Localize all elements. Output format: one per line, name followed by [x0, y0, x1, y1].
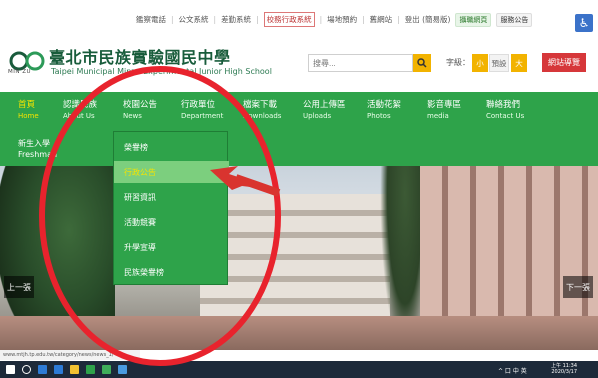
nav-item-news[interactable]: 校園公告 News	[123, 100, 157, 122]
nav-item-photos[interactable]: 活動花絮 Photos	[367, 100, 401, 122]
separator: |	[397, 15, 400, 24]
nav-item-about[interactable]: 認識民族 About Us	[63, 100, 97, 122]
link-document-system[interactable]: 公文系統	[179, 14, 209, 25]
nav-label-en: Contact Us	[486, 112, 525, 120]
nav-label: 新生入學	[18, 139, 50, 148]
nav-sub-row: 新生入學 Freshman	[0, 132, 598, 166]
search-icon	[417, 58, 427, 68]
font-default-button[interactable]: 預設	[489, 54, 509, 72]
nav-label-en: News	[123, 112, 142, 120]
link-school-admin[interactable]: 校務行政系統	[263, 12, 315, 27]
nav-label-en: Downloads	[243, 112, 282, 120]
nav-item-contact[interactable]: 聯絡我們 Contact Us	[486, 100, 524, 122]
clock[interactable]: 上午 11:34 2020/3/17	[551, 363, 577, 375]
link-venue-booking[interactable]: 場地預約	[327, 14, 357, 25]
nav-label-en: Department	[181, 112, 224, 120]
carousel-next-button[interactable]: 下一張	[563, 276, 593, 298]
carousel-prev-button[interactable]: 上一張	[4, 276, 34, 298]
edge-icon[interactable]	[38, 365, 47, 374]
nav-label-en: Photos	[367, 112, 391, 120]
school-title-en: Taipei Municipal Minzu Experimental Juni…	[51, 67, 272, 76]
nav-label: 影音專區	[427, 100, 462, 110]
font-size-label: 字級：	[446, 58, 470, 67]
link-pill-2[interactable]: 服務公告	[496, 12, 533, 27]
link-phone[interactable]: 鑑察電話	[136, 14, 166, 25]
windows-start-icon[interactable]	[6, 365, 15, 374]
separator: |	[171, 15, 174, 24]
nav-item-uploads[interactable]: 公用上傳區 Uploads	[303, 100, 346, 122]
separator: |	[256, 15, 259, 24]
nav-label-en: Home	[18, 112, 39, 120]
nav-label: 首頁	[18, 100, 36, 110]
separator: |	[362, 15, 365, 24]
dropdown-item-training[interactable]: 研習資訊	[114, 186, 229, 208]
nav-item-media[interactable]: 影音專區 media	[427, 100, 461, 122]
app-icon[interactable]	[102, 365, 111, 374]
top-links-bar: 鑑察電話 | 公文系統 | 差勤系統 | 校務行政系統 | 場地預約 | 舊網站 | 登出 …	[0, 0, 598, 36]
nav-label-en: Uploads	[303, 112, 332, 120]
nav-label: 公用上傳區	[303, 100, 346, 110]
nav-label: 聯絡我們	[486, 100, 521, 110]
dropdown-item-admin-notice[interactable]: 行政公告	[114, 161, 229, 183]
font-small-button[interactable]: 小	[472, 54, 488, 72]
search-input[interactable]	[308, 54, 413, 72]
separator: |	[319, 15, 323, 24]
clock-date: 2020/3/17	[551, 369, 577, 375]
nav-label: 檔案下載	[243, 100, 278, 110]
link-attendance-system[interactable]: 差勤系統	[221, 14, 251, 25]
link-pill-1[interactable]: 攝職網頁	[455, 12, 492, 27]
search-icon[interactable]	[22, 365, 31, 374]
nav-label-en: About Us	[63, 112, 95, 120]
hero-ground	[0, 316, 598, 350]
nav-label-en: Freshman	[18, 150, 58, 159]
nav-label: 行政單位	[181, 100, 216, 110]
folder-icon[interactable]	[70, 365, 79, 374]
news-dropdown-menu: 榮譽榜 行政公告 研習資訊 活動競賽 升學宣導 民族榮譽榜	[113, 131, 229, 285]
dropdown-item-competitions[interactable]: 活動競賽	[114, 211, 229, 233]
nav-label-en: media	[427, 112, 449, 120]
windows-taskbar: ^ 口 中 英 上午 11:34 2020/3/17	[0, 361, 598, 378]
site-guide-button[interactable]: 網站導覽	[542, 53, 586, 72]
nav-item-department[interactable]: 行政單位 Department	[181, 100, 223, 122]
app-icon-2[interactable]	[118, 365, 127, 374]
nav-item-downloads[interactable]: 檔案下載 Downloads	[243, 100, 281, 122]
nav-item-home[interactable]: 首頁 Home	[18, 100, 39, 122]
nav-item-freshman[interactable]: 新生入學 Freshman	[18, 138, 57, 160]
ie-icon[interactable]	[54, 365, 63, 374]
system-tray[interactable]: ^ 口 中 英	[498, 366, 527, 375]
search-button[interactable]	[413, 54, 431, 72]
link-old-site[interactable]: 舊網站	[370, 14, 393, 25]
font-large-button[interactable]: 大	[511, 54, 527, 72]
chrome-icon[interactable]	[86, 365, 95, 374]
dropdown-item-admissions[interactable]: 升學宣導	[114, 236, 229, 258]
main-nav: 首頁 Home 認識民族 About Us 校園公告 News 行政單位 Dep…	[0, 92, 598, 132]
hero-banner	[0, 166, 598, 350]
nav-label: 活動花絮	[367, 100, 402, 110]
dropdown-item-honor[interactable]: 榮譽榜	[114, 136, 229, 158]
school-title[interactable]: 臺北市民族實驗國民中學	[49, 44, 231, 68]
separator: |	[213, 15, 217, 24]
link-logout[interactable]: 登出 (簡易版)	[405, 14, 451, 25]
status-bar-url: www.mtjh.tp.edu.tw/category/news/news_1/	[0, 350, 140, 360]
brand-text: MIN ZU	[8, 69, 32, 75]
nav-label: 認識民族	[63, 100, 98, 110]
accessibility-icon[interactable]: ♿	[575, 14, 593, 32]
nav-label: 校園公告	[123, 100, 158, 110]
dropdown-item-minzu-honor[interactable]: 民族榮譽榜	[114, 261, 229, 283]
